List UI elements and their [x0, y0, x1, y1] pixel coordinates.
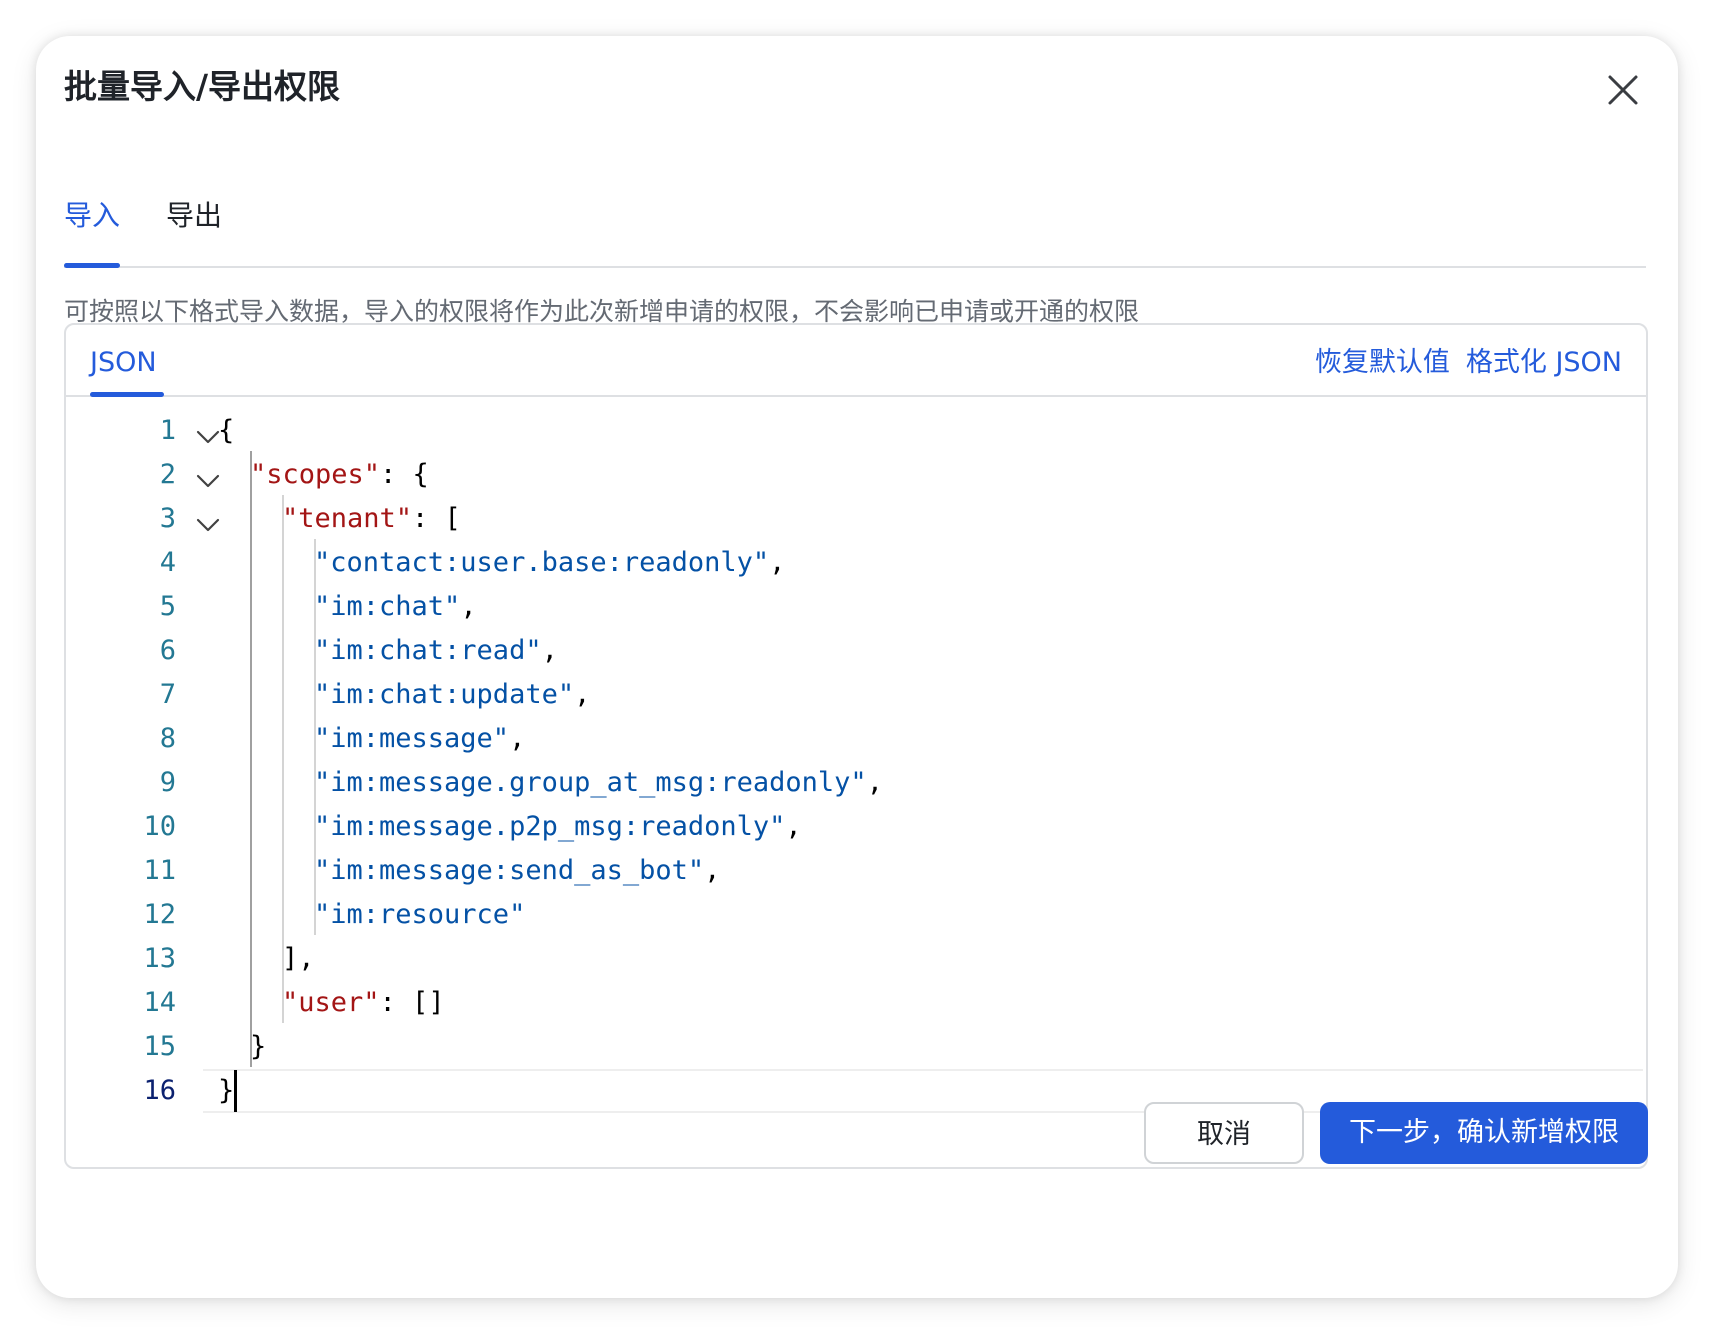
- json-punctuation: ,: [769, 547, 786, 578]
- confirm-add-permissions-button[interactable]: 下一步，确认新增权限: [1320, 1102, 1648, 1164]
- code-text: "im:chat:update",: [314, 673, 590, 717]
- code-text: "im:message:send_as_bot",: [314, 849, 720, 893]
- json-punctuation: : [: [412, 503, 461, 534]
- json-punctuation: ],: [282, 943, 315, 974]
- editor-header: JSON 恢复默认值 格式化 JSON: [66, 325, 1646, 397]
- code-line[interactable]: 12 "im:resource": [66, 893, 1646, 937]
- line-number: 1: [159, 415, 176, 446]
- code-line[interactable]: 6 "im:chat:read",: [66, 629, 1646, 673]
- line-number: 5: [159, 591, 176, 622]
- editor-actions: 恢复默认值 格式化 JSON: [1315, 345, 1622, 381]
- json-string: "im:resource": [314, 899, 526, 930]
- json-key: "user": [282, 987, 380, 1018]
- code-line[interactable]: 14 "user": []: [66, 981, 1646, 1025]
- json-key: "scopes": [250, 459, 381, 490]
- json-punctuation: }: [218, 1075, 235, 1106]
- json-punctuation: ,: [541, 635, 558, 666]
- json-punctuation: ,: [509, 723, 526, 754]
- code-area[interactable]: 1{2 "scopes": {3 "tenant": [4 "contact:user…: [66, 397, 1646, 1165]
- json-string: "im:message.p2p_msg:readonly": [314, 811, 786, 842]
- line-number: 7: [159, 679, 176, 710]
- json-key: "tenant": [282, 503, 413, 534]
- code-text: "im:chat",: [314, 585, 477, 629]
- code-text: "user": []: [282, 981, 445, 1025]
- code-line[interactable]: 7 "im:chat:update",: [66, 673, 1646, 717]
- code-text: ],: [282, 937, 315, 981]
- tab-bar: 导入 导出: [64, 164, 1646, 268]
- json-string: "im:message:send_as_bot": [314, 855, 705, 886]
- code-text: "im:message",: [314, 717, 525, 761]
- code-line[interactable]: 8 "im:message",: [66, 717, 1646, 761]
- format-json-button[interactable]: 格式化 JSON: [1466, 345, 1622, 381]
- active-tab-indicator: [64, 263, 120, 268]
- code-line[interactable]: 11 "im:message:send_as_bot",: [66, 849, 1646, 893]
- line-number: 4: [159, 547, 176, 578]
- line-number: 13: [143, 943, 176, 974]
- batch-permissions-dialog: 批量导入/导出权限 导入 导出 可按照以下格式导入数据，导入的权限将作为此次新增…: [36, 36, 1678, 1298]
- tab-import-label: 导入: [64, 199, 121, 232]
- json-string: "im:chat:read": [314, 635, 542, 666]
- line-number: 14: [143, 987, 176, 1018]
- code-line[interactable]: 1{: [66, 409, 1646, 453]
- json-string: "contact:user.base:readonly": [314, 547, 770, 578]
- code-text: {: [218, 409, 234, 453]
- json-punctuation: : {: [380, 459, 429, 490]
- cancel-button[interactable]: 取消: [1144, 1102, 1304, 1164]
- code-line[interactable]: 15}: [66, 1025, 1646, 1069]
- code-line[interactable]: 3 "tenant": [: [66, 497, 1646, 541]
- code-text: "im:resource": [314, 893, 525, 937]
- dialog-title: 批量导入/导出权限: [64, 67, 341, 106]
- line-number: 2: [159, 459, 176, 490]
- fold-chevron-icon[interactable]: [194, 507, 222, 532]
- code-text: "im:message.group_at_msg:readonly",: [314, 761, 883, 805]
- json-editor: JSON 恢复默认值 格式化 JSON 1{2 "scopes": {3 "tena…: [64, 323, 1648, 1169]
- code-line[interactable]: 5 "im:chat",: [66, 585, 1646, 629]
- code-text: }: [250, 1025, 266, 1069]
- json-tab[interactable]: JSON: [90, 345, 157, 381]
- code-text: "im:message.p2p_msg:readonly",: [314, 805, 802, 849]
- fold-chevron-icon[interactable]: [194, 463, 222, 488]
- code-text: "contact:user.base:readonly",: [314, 541, 785, 585]
- tab-import[interactable]: 导入: [64, 196, 120, 236]
- line-number: 12: [143, 899, 176, 930]
- line-number: 10: [143, 811, 176, 842]
- json-punctuation: ,: [574, 679, 591, 710]
- json-string: "im:chat": [314, 591, 461, 622]
- line-number: 15: [143, 1031, 176, 1062]
- tab-export-label: 导出: [166, 199, 223, 232]
- line-number: 11: [143, 855, 176, 886]
- restore-default-button[interactable]: 恢复默认值: [1315, 345, 1450, 381]
- code-line[interactable]: 9 "im:message.group_at_msg:readonly",: [66, 761, 1646, 805]
- code-line[interactable]: 2 "scopes": {: [66, 453, 1646, 497]
- code-text: "im:chat:read",: [314, 629, 558, 673]
- json-punctuation: ,: [704, 855, 721, 886]
- code-text: }: [218, 1069, 234, 1113]
- line-number: 6: [159, 635, 176, 666]
- json-string: "im:message.group_at_msg:readonly": [314, 767, 867, 798]
- json-punctuation: ,: [785, 811, 802, 842]
- code-line[interactable]: 4 "contact:user.base:readonly",: [66, 541, 1646, 585]
- close-icon[interactable]: [1603, 70, 1643, 110]
- code-line[interactable]: 10 "im:message.p2p_msg:readonly",: [66, 805, 1646, 849]
- line-number: 8: [159, 723, 176, 754]
- line-number: 9: [159, 767, 176, 798]
- json-punctuation: {: [218, 415, 235, 446]
- json-punctuation: }: [250, 1031, 267, 1062]
- text-cursor: [234, 1070, 237, 1112]
- code-line[interactable]: 13],: [66, 937, 1646, 981]
- code-text: "scopes": {: [250, 453, 429, 497]
- code-text: "tenant": [: [282, 497, 461, 541]
- line-number: 16: [143, 1075, 176, 1106]
- json-string: "im:message": [314, 723, 510, 754]
- json-punctuation: ,: [460, 591, 477, 622]
- line-number: 3: [159, 503, 176, 534]
- json-string: "im:chat:update": [314, 679, 575, 710]
- json-punctuation: : []: [379, 987, 445, 1018]
- tab-export[interactable]: 导出: [166, 196, 222, 236]
- json-punctuation: ,: [866, 767, 883, 798]
